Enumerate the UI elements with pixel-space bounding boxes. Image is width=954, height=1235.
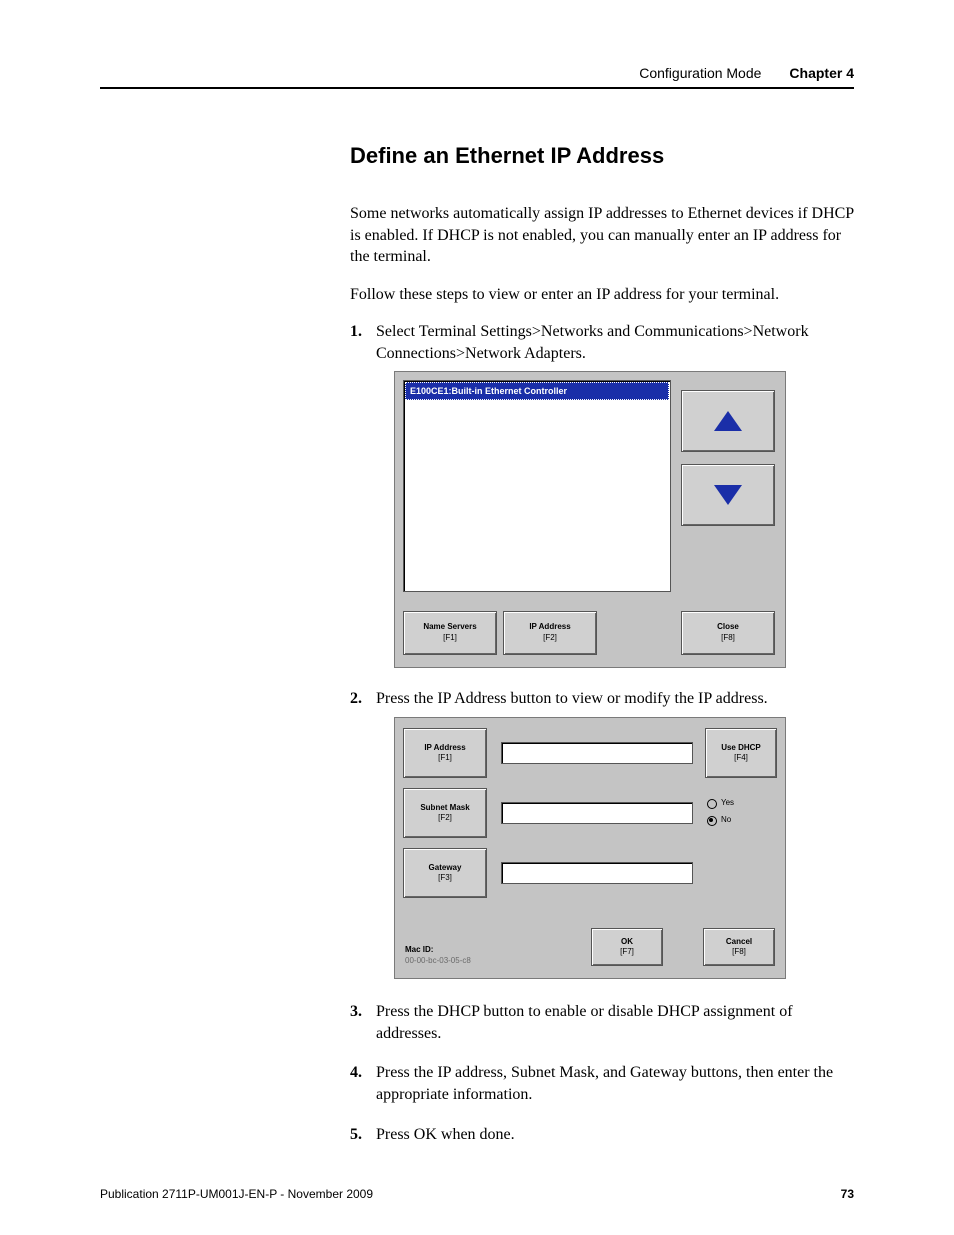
page-number: 73 [841,1187,854,1201]
section-heading: Define an Ethernet IP Address [350,143,854,169]
adapter-listbox[interactable]: E100CE1:Built-in Ethernet Controller [403,380,671,592]
step-text: Press OK when done. [376,1126,515,1143]
step-text: Press the DHCP button to enable or disab… [376,1003,793,1042]
button-shortcut: [F1] [443,633,457,643]
ip-address-label-button[interactable]: IP Address [F1] [403,728,487,778]
dhcp-radio-group: Yes No [697,788,777,836]
intro-paragraph-1: Some networks automatically assign IP ad… [350,203,854,268]
subnet-mask-field[interactable] [501,802,693,824]
button-shortcut: [F7] [620,947,634,957]
button-shortcut: [F1] [438,753,452,763]
step-number: 2. [350,688,362,710]
close-button[interactable]: Close [F8] [681,611,775,655]
header-section: Configuration Mode [639,65,761,81]
radio-on-icon [707,816,717,826]
button-label: Gateway [429,863,462,873]
button-label: Close [717,622,739,632]
radio-label: No [721,815,731,826]
button-shortcut: [F2] [543,633,557,643]
cancel-button[interactable]: Cancel [F8] [703,928,775,966]
step-text: Press the IP Address button to view or m… [376,690,768,707]
step-number: 4. [350,1062,362,1084]
scroll-up-button[interactable] [681,390,775,452]
button-label: IP Address [424,743,465,753]
step-4: 4. Press the IP address, Subnet Mask, an… [350,1062,854,1105]
radio-label: Yes [721,798,734,809]
radio-off-icon [707,799,717,809]
button-shortcut: [F3] [438,873,452,883]
step-number: 1. [350,321,362,343]
subnet-mask-label-button[interactable]: Subnet Mask [F2] [403,788,487,838]
dhcp-yes-option[interactable]: Yes [707,798,734,809]
mac-id-display: Mac ID: 00-00-bc-03-05-c8 [405,944,471,966]
name-servers-button[interactable]: Name Servers [F1] [403,611,497,655]
publication-info: Publication 2711P-UM001J-EN-P - November… [100,1187,373,1201]
step-5: 5. Press OK when done. [350,1124,854,1146]
intro-paragraph-2: Follow these steps to view or enter an I… [350,284,854,306]
step-1: 1. Select Terminal Settings>Networks and… [350,321,854,667]
button-label: OK [621,937,633,947]
page-footer: Publication 2711P-UM001J-EN-P - November… [100,1187,854,1201]
ok-button[interactable]: OK [F7] [591,928,663,966]
gateway-label-button[interactable]: Gateway [F3] [403,848,487,898]
mac-label: Mac ID: [405,944,471,955]
header-chapter: Chapter 4 [789,65,854,81]
step-text: Press the IP address, Subnet Mask, and G… [376,1064,833,1103]
button-label: Subnet Mask [420,803,469,813]
button-label: Cancel [726,937,752,947]
button-shortcut: [F8] [732,947,746,957]
adapter-selected-item[interactable]: E100CE1:Built-in Ethernet Controller [405,382,669,400]
step-number: 5. [350,1124,362,1146]
use-dhcp-button[interactable]: Use DHCP [F4] [705,728,777,778]
button-shortcut: [F8] [721,633,735,643]
step-3: 3. Press the DHCP button to enable or di… [350,1001,854,1044]
button-label: IP Address [529,622,570,632]
ip-address-dialog: IP Address [F1] Use DHCP [F4] Subnet Mas… [394,717,786,979]
button-label: Name Servers [423,622,476,632]
step-text: Select Terminal Settings>Networks and Co… [376,323,809,362]
ip-address-button[interactable]: IP Address [F2] [503,611,597,655]
dhcp-no-option[interactable]: No [707,815,731,826]
button-label: Use DHCP [721,743,761,753]
ip-address-field[interactable] [501,742,693,764]
step-2: 2. Press the IP Address button to view o… [350,688,854,980]
network-adapters-panel: E100CE1:Built-in Ethernet Controller Nam… [394,371,786,668]
arrow-up-icon [714,411,742,431]
arrow-down-icon [714,485,742,505]
button-shortcut: [F2] [438,813,452,823]
step-number: 3. [350,1001,362,1023]
mac-value: 00-00-bc-03-05-c8 [405,955,471,966]
gateway-field[interactable] [501,862,693,884]
page-header: Configuration Mode Chapter 4 [100,65,854,89]
button-shortcut: [F4] [734,753,748,763]
scroll-down-button[interactable] [681,464,775,526]
